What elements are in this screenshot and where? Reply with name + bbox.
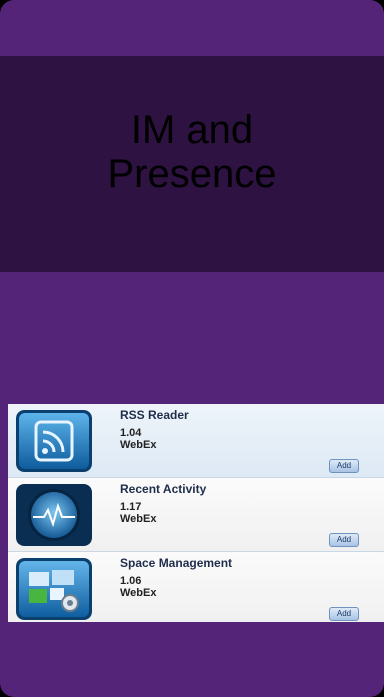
app-version: 1.17: [120, 501, 142, 513]
add-button[interactable]: Add: [329, 459, 359, 473]
app-list: RSS Reader 1.04 WebEx Add Recent Activit…: [8, 404, 384, 622]
app-name: Recent Activity: [120, 482, 207, 496]
list-item[interactable]: Recent Activity 1.17 WebEx Add: [8, 478, 384, 552]
app-vendor: WebEx: [120, 587, 157, 599]
app-version: 1.06: [120, 575, 142, 587]
app-name: RSS Reader: [120, 408, 189, 422]
title-line-1: IM and: [130, 108, 254, 152]
rss-icon: [16, 410, 92, 472]
slide-frame: IM and Presence RSS Reader 1.04 WebEx Ad…: [0, 0, 384, 697]
title-line-2: Presence: [107, 152, 277, 196]
add-button[interactable]: Add: [329, 533, 359, 547]
space-management-icon: [16, 558, 92, 620]
app-version: 1.04: [120, 427, 142, 439]
activity-icon: [16, 484, 92, 546]
app-name: Space Management: [120, 556, 233, 570]
app-vendor: WebEx: [120, 439, 157, 451]
page-title: IM and Presence: [0, 108, 384, 196]
list-item[interactable]: RSS Reader 1.04 WebEx Add: [8, 404, 384, 478]
app-vendor: WebEx: [120, 513, 157, 525]
list-item[interactable]: Space Management 1.06 WebEx Add: [8, 552, 384, 622]
add-button[interactable]: Add: [329, 607, 359, 621]
